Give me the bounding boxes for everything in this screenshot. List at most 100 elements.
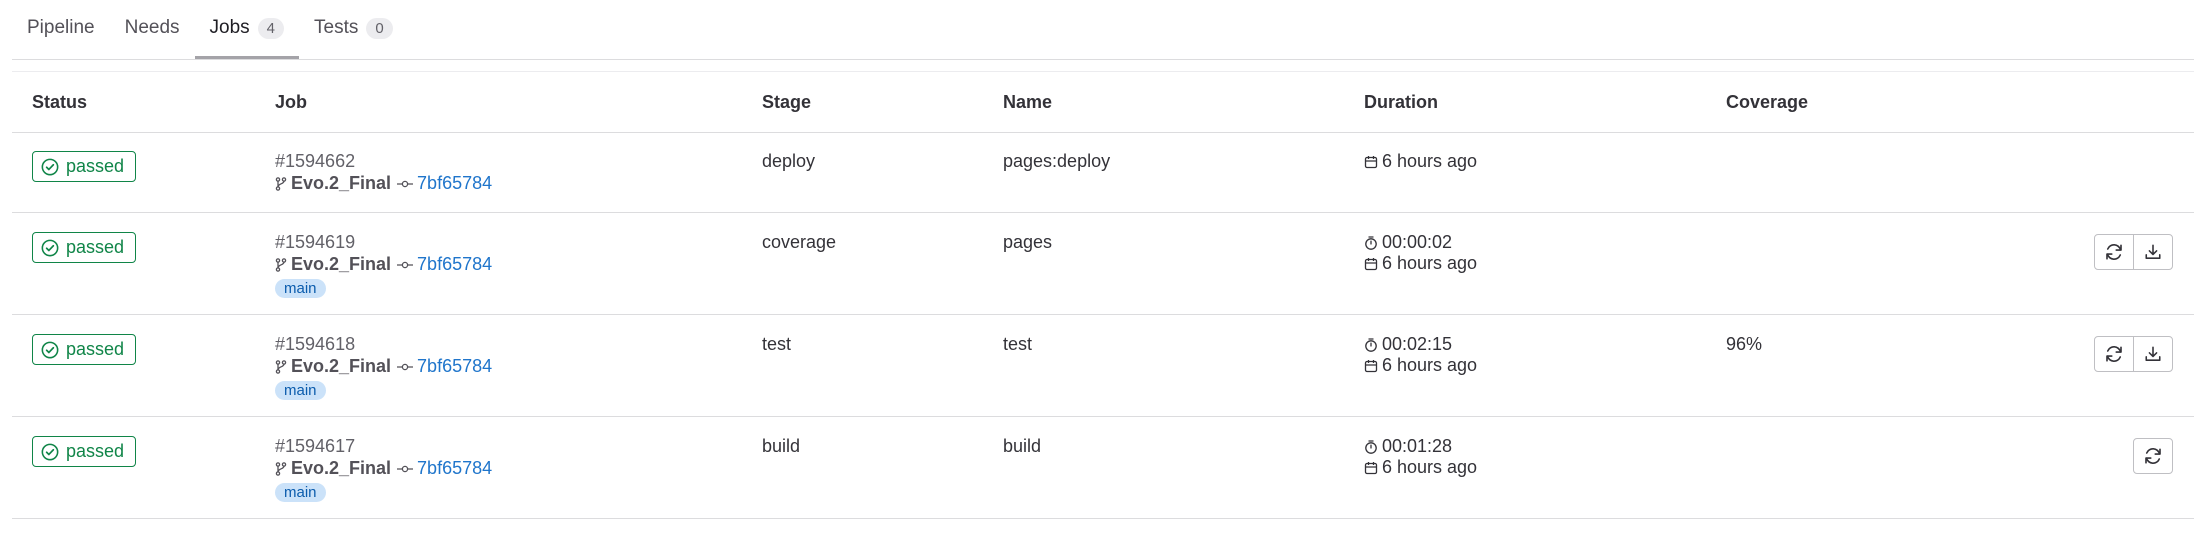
commit-icon bbox=[397, 465, 414, 472]
job-cell: #1594662 Evo.2_Final 7bf65784 bbox=[275, 151, 492, 194]
tab-count-badge: 0 bbox=[366, 17, 393, 39]
timer-icon bbox=[1365, 235, 1377, 250]
row-actions bbox=[2094, 234, 2173, 270]
retry-icon bbox=[2106, 244, 2122, 260]
finished-time: 6 hours ago bbox=[1382, 355, 1478, 375]
status-badge[interactable]: passed bbox=[32, 436, 137, 467]
download-artifacts-button[interactable] bbox=[2133, 234, 2173, 270]
header-name: Name bbox=[1003, 92, 1053, 112]
check-circle-icon bbox=[41, 239, 59, 256]
branch-icon bbox=[275, 176, 287, 191]
download-icon bbox=[2145, 346, 2161, 361]
table-row: passed #1594617 Evo.2_Final 7bf65784 mai… bbox=[12, 417, 2194, 519]
retry-button[interactable] bbox=[2133, 438, 2173, 474]
jobs-table-header: Status Job Stage Name Duration Coverage bbox=[12, 72, 2194, 133]
header-coverage: Coverage bbox=[1726, 92, 1809, 112]
header-stage: Stage bbox=[762, 92, 812, 112]
status-badge[interactable]: passed bbox=[32, 334, 137, 365]
job-cell: #1594618 Evo.2_Final 7bf65784 main bbox=[275, 334, 492, 400]
name-cell: pages bbox=[1003, 232, 1053, 252]
commit-icon bbox=[397, 363, 414, 370]
finished-time: 6 hours ago bbox=[1382, 151, 1478, 171]
ref-name-link[interactable]: Evo.2_Final bbox=[291, 356, 391, 377]
duration-value: 00:00:02 bbox=[1382, 232, 1453, 252]
download-icon bbox=[2145, 244, 2161, 259]
duration-cell: 00:01:28 6 hours ago bbox=[1364, 436, 1477, 478]
retry-icon bbox=[2145, 448, 2161, 464]
name-cell: test bbox=[1003, 334, 1033, 354]
duration-cell: 00:02:15 6 hours ago bbox=[1364, 334, 1477, 376]
branch-pill[interactable]: main bbox=[275, 381, 326, 400]
name-cell: build bbox=[1003, 436, 1042, 456]
table-row: passed #1594618 Evo.2_Final 7bf65784 mai… bbox=[12, 315, 2194, 417]
calendar-icon bbox=[1364, 461, 1378, 474]
job-id-link[interactable]: #1594618 bbox=[275, 334, 492, 355]
status-label: passed bbox=[66, 441, 125, 461]
tab-needs[interactable]: Needs bbox=[110, 0, 195, 59]
commit-sha-link[interactable]: 7bf65784 bbox=[417, 458, 492, 479]
calendar-icon bbox=[1364, 155, 1378, 168]
stage-cell: coverage bbox=[762, 232, 837, 252]
status-badge[interactable]: passed bbox=[32, 151, 137, 182]
finished-time: 6 hours ago bbox=[1382, 253, 1478, 273]
check-circle-icon bbox=[41, 158, 59, 175]
job-cell: #1594619 Evo.2_Final 7bf65784 main bbox=[275, 232, 492, 298]
job-cell: #1594617 Evo.2_Final 7bf65784 main bbox=[275, 436, 492, 502]
status-label: passed bbox=[66, 339, 125, 359]
check-circle-icon bbox=[41, 341, 59, 358]
download-artifacts-button[interactable] bbox=[2133, 336, 2173, 372]
header-job: Job bbox=[275, 92, 308, 112]
commit-sha-link[interactable]: 7bf65784 bbox=[417, 254, 492, 275]
retry-button[interactable] bbox=[2094, 336, 2134, 372]
check-circle-icon bbox=[41, 443, 59, 460]
header-duration: Duration bbox=[1364, 92, 1438, 112]
timer-icon bbox=[1365, 439, 1377, 454]
stage-cell: build bbox=[762, 436, 801, 456]
ref-name-link[interactable]: Evo.2_Final bbox=[291, 254, 391, 275]
ref-name-link[interactable]: Evo.2_Final bbox=[291, 458, 391, 479]
header-status: Status bbox=[32, 92, 88, 112]
ref-name-link[interactable]: Evo.2_Final bbox=[291, 173, 391, 194]
branch-icon bbox=[275, 461, 287, 476]
branch-icon bbox=[275, 359, 287, 374]
timer-icon bbox=[1365, 337, 1377, 352]
row-actions bbox=[2094, 336, 2173, 372]
tab-tests[interactable]: Tests 0 bbox=[299, 0, 408, 59]
table-row: passed #1594662 Evo.2_Final 7bf65784 dep… bbox=[12, 132, 2194, 213]
commit-sha-link[interactable]: 7bf65784 bbox=[417, 173, 492, 194]
finished-time: 6 hours ago bbox=[1382, 457, 1478, 477]
duration-value: 00:02:15 bbox=[1382, 334, 1453, 354]
job-id-link[interactable]: #1594619 bbox=[275, 232, 492, 253]
calendar-icon bbox=[1364, 257, 1378, 270]
name-cell: pages:deploy bbox=[1003, 151, 1111, 171]
stage-cell: test bbox=[762, 334, 792, 354]
job-id-link[interactable]: #1594617 bbox=[275, 436, 492, 457]
status-label: passed bbox=[66, 237, 125, 257]
row-actions bbox=[2133, 438, 2173, 474]
coverage-cell: 96% bbox=[1726, 334, 1763, 354]
status-label: passed bbox=[66, 156, 125, 176]
duration-cell: 00:00:02 6 hours ago bbox=[1364, 232, 1477, 274]
job-id-link[interactable]: #1594662 bbox=[275, 151, 492, 172]
tab-label: Needs bbox=[124, 17, 180, 38]
tab-label: Tests bbox=[314, 17, 359, 38]
commit-icon bbox=[397, 261, 414, 268]
stage-cell: deploy bbox=[762, 151, 816, 171]
commit-sha-link[interactable]: 7bf65784 bbox=[417, 356, 492, 377]
retry-button[interactable] bbox=[2094, 234, 2134, 270]
status-badge[interactable]: passed bbox=[32, 232, 137, 263]
branch-pill[interactable]: main bbox=[275, 279, 326, 298]
duration-cell: 6 hours ago bbox=[1364, 151, 1477, 172]
tab-count-badge: 4 bbox=[257, 17, 285, 39]
tab-jobs[interactable]: Jobs 4 bbox=[194, 0, 300, 59]
tab-label: Jobs bbox=[209, 17, 250, 38]
calendar-icon bbox=[1364, 359, 1378, 372]
tab-pipeline[interactable]: Pipeline bbox=[12, 0, 110, 59]
pipeline-tabs: Pipeline Needs Jobs 4 Tests 0 bbox=[12, 0, 2194, 60]
branch-icon bbox=[275, 257, 287, 272]
duration-value: 00:01:28 bbox=[1382, 436, 1453, 456]
commit-icon bbox=[397, 180, 414, 187]
tab-label: Pipeline bbox=[27, 17, 95, 38]
table-row: passed #1594619 Evo.2_Final 7bf65784 mai… bbox=[12, 213, 2194, 315]
branch-pill[interactable]: main bbox=[275, 483, 326, 502]
